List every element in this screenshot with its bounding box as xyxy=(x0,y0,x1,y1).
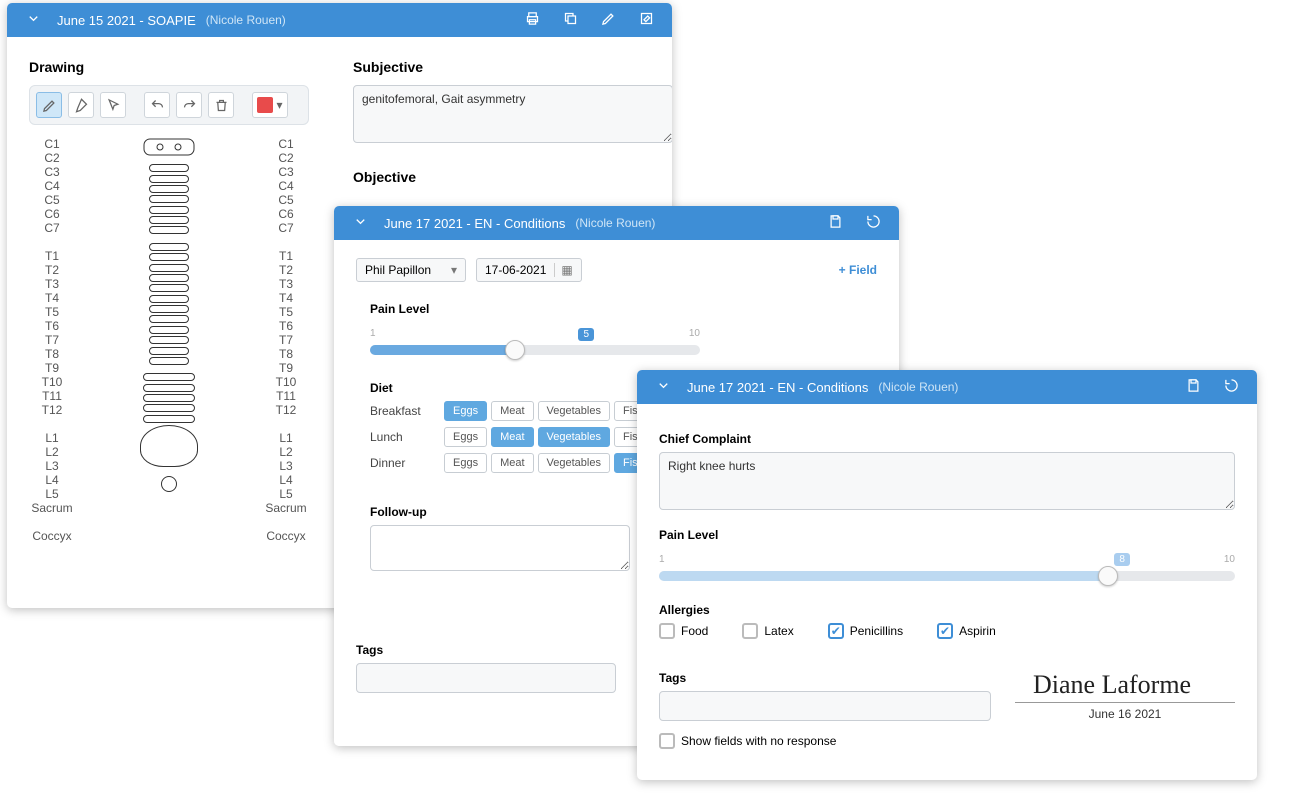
pen-tool[interactable] xyxy=(68,92,94,118)
pointer-tool[interactable] xyxy=(100,92,126,118)
cc-heading: Chief Complaint xyxy=(659,432,1235,446)
pain-slider[interactable] xyxy=(659,571,1235,581)
allergy-checkbox[interactable]: Food xyxy=(659,623,708,639)
pain-max: 10 xyxy=(689,328,700,339)
revert-icon[interactable] xyxy=(1217,378,1245,396)
copy-icon[interactable] xyxy=(556,11,584,29)
skull-icon xyxy=(142,137,196,163)
card3-user: (Nicole Rouen) xyxy=(878,380,958,394)
allergy-label: Aspirin xyxy=(959,624,996,638)
drawing-heading: Drawing xyxy=(29,59,329,75)
pain-heading: Pain Level xyxy=(370,302,863,316)
date-value: 17-06-2021 xyxy=(485,263,546,277)
subjective-heading: Subjective xyxy=(353,59,672,75)
followup-textarea[interactable] xyxy=(370,525,630,571)
diet-chip[interactable]: Vegetables xyxy=(538,427,610,447)
card2-user: (Nicole Rouen) xyxy=(575,216,655,230)
pen-icon[interactable] xyxy=(594,11,622,29)
diet-chip[interactable]: Meat xyxy=(491,453,533,473)
pain-slider[interactable] xyxy=(370,345,700,355)
diet-chip[interactable]: Meat xyxy=(491,401,533,421)
date-picker[interactable]: 17-06-2021▦ xyxy=(476,258,582,282)
card3-header: June 17 2021 - EN - Conditions (Nicole R… xyxy=(637,370,1257,404)
trash-button[interactable] xyxy=(208,92,234,118)
pencil-tool[interactable] xyxy=(36,92,62,118)
card2-title: June 17 2021 - EN - Conditions xyxy=(384,216,565,231)
allergy-label: Latex xyxy=(764,624,793,638)
card-conditions-b: June 17 2021 - EN - Conditions (Nicole R… xyxy=(637,370,1257,780)
card1-title: June 15 2021 - SOAPIE xyxy=(57,13,196,28)
meal-label: Breakfast xyxy=(370,404,430,418)
tags-input[interactable] xyxy=(659,691,991,721)
revert-icon[interactable] xyxy=(859,214,887,232)
diet-chip[interactable]: Meat xyxy=(491,427,533,447)
objective-heading: Objective xyxy=(353,169,672,185)
pain-value: 5 xyxy=(578,328,594,341)
save-icon[interactable] xyxy=(821,214,849,232)
followup-heading: Follow-up xyxy=(370,505,630,519)
show-fields-checkbox[interactable]: Show fields with no response xyxy=(659,733,836,749)
undo-button[interactable] xyxy=(144,92,170,118)
allergy-label: Penicillins xyxy=(850,624,903,638)
show-fields-label: Show fields with no response xyxy=(681,734,836,748)
print-icon[interactable] xyxy=(518,11,546,29)
diet-chip[interactable]: Eggs xyxy=(444,453,487,473)
allergy-label: Food xyxy=(681,624,708,638)
diet-chip[interactable]: Eggs xyxy=(444,401,487,421)
allergy-checkbox[interactable]: ✔Aspirin xyxy=(937,623,996,639)
signature: Diane Laforme xyxy=(1015,670,1235,703)
pain-min: 1 xyxy=(659,554,665,565)
meal-label: Lunch xyxy=(370,430,430,444)
spine-diagram[interactable]: C1C2C3C4C5C6C7T1T2T3T4T5T6T7T8T9T10T11T1… xyxy=(29,137,309,543)
allergies-heading: Allergies xyxy=(659,603,1235,617)
color-swatch xyxy=(257,97,273,113)
practitioner-select[interactable]: Phil Papillon▾ xyxy=(356,258,466,282)
card3-title: June 17 2021 - EN - Conditions xyxy=(687,380,868,395)
pain-max: 10 xyxy=(1224,554,1235,565)
cc-textarea[interactable]: Right knee hurts xyxy=(659,452,1235,510)
allergy-checkbox[interactable]: ✔Penicillins xyxy=(828,623,903,639)
diet-chip[interactable]: Vegetables xyxy=(538,453,610,473)
card1-user: (Nicole Rouen) xyxy=(206,13,286,27)
save-icon[interactable] xyxy=(1179,378,1207,396)
meal-label: Dinner xyxy=(370,456,430,470)
pain-heading: Pain Level xyxy=(659,528,1235,542)
diet-chip[interactable]: Vegetables xyxy=(538,401,610,421)
tags-heading: Tags xyxy=(659,671,991,685)
allergy-checkbox[interactable]: Latex xyxy=(742,623,793,639)
slider-thumb[interactable] xyxy=(505,340,525,360)
card2-header: June 17 2021 - EN - Conditions (Nicole R… xyxy=(334,206,899,240)
tags-input[interactable] xyxy=(356,663,616,693)
chevron-down-icon[interactable] xyxy=(649,378,677,396)
diet-chip[interactable]: Eggs xyxy=(444,427,487,447)
color-picker[interactable]: ▾ xyxy=(252,92,288,118)
redo-button[interactable] xyxy=(176,92,202,118)
chevron-down-icon[interactable] xyxy=(19,11,47,29)
drawing-toolbar: ▾ xyxy=(29,85,309,125)
add-field-button[interactable]: + Field xyxy=(839,263,877,277)
slider-thumb[interactable] xyxy=(1098,566,1118,586)
practitioner-value: Phil Papillon xyxy=(365,263,431,277)
pain-value: 8 xyxy=(1114,553,1130,566)
subjective-textarea[interactable]: genitofemoral, Gait asymmetry xyxy=(353,85,672,143)
pain-min: 1 xyxy=(370,328,376,339)
card1-header: June 15 2021 - SOAPIE (Nicole Rouen) xyxy=(7,3,672,37)
chevron-down-icon[interactable] xyxy=(346,214,374,232)
signature-date: June 16 2021 xyxy=(1015,707,1235,721)
edit-icon[interactable] xyxy=(632,11,660,29)
